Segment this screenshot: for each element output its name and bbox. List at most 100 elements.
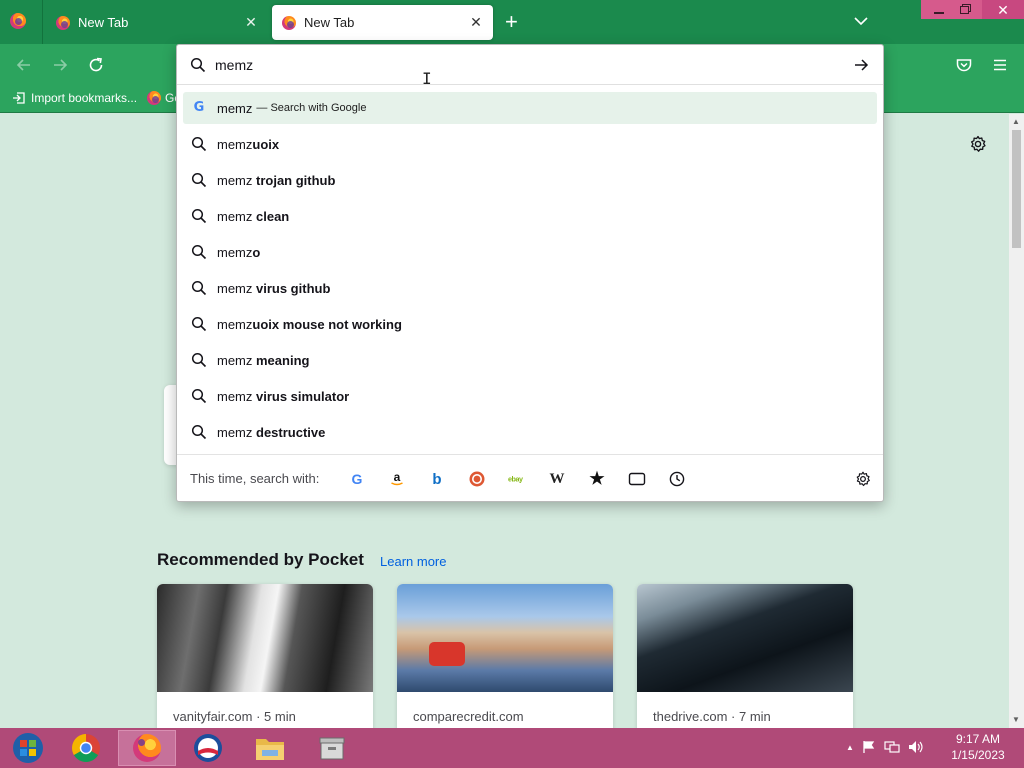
url-suggestion[interactable]: memz destructive: [183, 416, 877, 448]
amazon-engine-text: a: [394, 470, 401, 484]
search-icon: [191, 136, 207, 152]
suggestion-typed-text: memz: [217, 280, 256, 296]
suggestion-typed-text: memz: [217, 352, 256, 368]
search-icon: [191, 172, 207, 188]
pocket-card-source: vanityfair.com · 5 min: [173, 709, 296, 724]
ebay-engine-icon[interactable]: ebay: [508, 470, 526, 488]
bing-engine-icon[interactable]: b: [428, 470, 446, 488]
start-button[interactable]: [2, 730, 54, 766]
import-bookmarks-item[interactable]: Import bookmarks...: [12, 91, 137, 105]
bookmarks-star-icon[interactable]: ★: [588, 469, 606, 488]
suggestion-typed-text: memz: [217, 316, 253, 332]
minimize-icon: [934, 11, 944, 14]
list-all-tabs-chevron-icon[interactable]: [852, 12, 870, 30]
pocket-learn-more-link[interactable]: Learn more: [380, 554, 446, 569]
scroll-up-arrow-icon[interactable]: ▲: [1012, 117, 1020, 126]
show-hidden-icons-arrow-icon[interactable]: ▲: [846, 743, 854, 752]
tab-rectangle-icon: [628, 472, 646, 486]
tab-new-tab-1[interactable]: New Tab ✕: [46, 5, 268, 40]
close-tab-icon[interactable]: ✕: [244, 14, 258, 31]
pocket-card[interactable]: thedrive.com · 7 min: [637, 584, 853, 728]
url-suggestion[interactable]: memz uoix mouse not working: [183, 308, 877, 340]
search-icon: [191, 388, 207, 404]
urlbar-dropdown: I Gmemz— Search with Googlememzuoixmemz …: [176, 44, 884, 502]
pocket-heading: Recommended by Pocket: [157, 550, 364, 569]
pocket-card-image: [397, 584, 613, 692]
scroll-down-arrow-icon[interactable]: ▼: [1012, 715, 1020, 724]
pocket-card-source: comparecredit.com: [413, 709, 524, 724]
obama-campaign-taskbar-button[interactable]: [182, 730, 234, 766]
search-icon: [190, 57, 206, 73]
close-window-button[interactable]: ✕: [982, 0, 1024, 19]
page-scrollbar[interactable]: ▲ ▼: [1009, 114, 1024, 728]
suggestion-typed-text: memz: [217, 424, 256, 440]
obama-logo-icon: [194, 734, 222, 762]
tab-title: New Tab: [78, 15, 129, 30]
gear-icon[interactable]: [968, 134, 988, 154]
archive-taskbar-button[interactable]: [306, 730, 358, 766]
search-icon: [191, 352, 207, 368]
tab-strip: New Tab ✕ New Tab ✕ + ✕: [0, 0, 1024, 44]
tabs-search-icon[interactable]: [628, 470, 646, 488]
url-suggestion[interactable]: memz virus simulator: [183, 380, 877, 412]
volume-icon[interactable]: [908, 740, 924, 754]
system-tray: ▲: [846, 740, 924, 754]
history-clock-icon[interactable]: [668, 470, 686, 488]
restore-button[interactable]: [946, 0, 982, 19]
network-icon[interactable]: [884, 740, 900, 754]
forward-arrow-icon[interactable]: [50, 55, 70, 75]
pocket-card[interactable]: vanityfair.com · 5 min: [157, 584, 373, 728]
action-center-flag-icon[interactable]: [862, 740, 876, 754]
chrome-icon: [72, 734, 100, 762]
suggestion-action-text: — Search with Google: [256, 102, 367, 114]
suggestion-completion-text: meaning: [256, 352, 310, 368]
clock-date: 1/15/2023: [951, 748, 1005, 762]
urlbar-input[interactable]: [215, 55, 815, 75]
duckduckgo-engine-icon[interactable]: [468, 470, 486, 488]
url-suggestion[interactable]: memz trojan github: [183, 164, 877, 196]
reload-icon[interactable]: [86, 55, 106, 75]
pocket-card[interactable]: comparecredit.com: [397, 584, 613, 728]
scroll-thumb[interactable]: [1012, 130, 1021, 248]
back-arrow-icon[interactable]: [14, 55, 34, 75]
wikipedia-engine-icon[interactable]: W: [548, 470, 566, 488]
search-icon: [191, 244, 207, 260]
tab-new-tab-2-active[interactable]: New Tab ✕: [272, 5, 493, 40]
pocket-card-image: [637, 584, 853, 692]
pocket-icon[interactable]: [954, 55, 974, 75]
new-tab-plus-icon[interactable]: +: [505, 10, 518, 34]
text-cursor-icon: I: [422, 69, 432, 88]
suggestion-typed-text: memz: [217, 136, 253, 152]
suggestion-typed-text: memz: [217, 244, 253, 260]
file-explorer-taskbar-button[interactable]: [244, 730, 296, 766]
suggestion-completion-text: virus github: [256, 280, 331, 296]
search-icon: [191, 316, 207, 332]
go-arrow-icon[interactable]: [853, 57, 869, 73]
close-tab-icon[interactable]: ✕: [469, 14, 483, 31]
search-icon: [191, 424, 207, 440]
url-suggestion[interactable]: Gmemz — Search with Google: [183, 92, 877, 124]
google-engine-icon[interactable]: G: [348, 470, 366, 488]
suggestion-completion-text: o: [252, 244, 261, 260]
duckduckgo-logo-icon: [469, 471, 485, 487]
url-suggestion[interactable]: memz uoix: [183, 128, 877, 160]
url-suggestion[interactable]: memz clean: [183, 200, 877, 232]
search-settings-gear-icon[interactable]: [854, 470, 872, 488]
firefox-icon: [282, 15, 296, 30]
amazon-logo-icon: a: [391, 470, 403, 486]
amazon-engine-icon[interactable]: a: [388, 470, 406, 488]
suggestion-typed-text: memz: [217, 100, 253, 116]
suggestion-typed-text: memz: [217, 388, 256, 404]
url-suggestion[interactable]: memz o: [183, 236, 877, 268]
hamburger-menu-icon[interactable]: [990, 55, 1010, 75]
taskbar-clock[interactable]: 9:17 AM 1/15/2023: [936, 731, 1020, 763]
close-icon: ✕: [997, 1, 1009, 18]
url-suggestion[interactable]: memz virus github: [183, 272, 877, 304]
firefox-view-icon[interactable]: [10, 13, 26, 29]
suggestion-typed-text: memz: [217, 208, 256, 224]
windows-taskbar: ▲ 9:17 AM 1/15/2023: [0, 728, 1024, 768]
chrome-taskbar-button[interactable]: [60, 730, 112, 766]
one-off-label: This time, search with:: [190, 471, 320, 486]
url-suggestion[interactable]: memz meaning: [183, 344, 877, 376]
firefox-taskbar-button[interactable]: [118, 730, 176, 766]
